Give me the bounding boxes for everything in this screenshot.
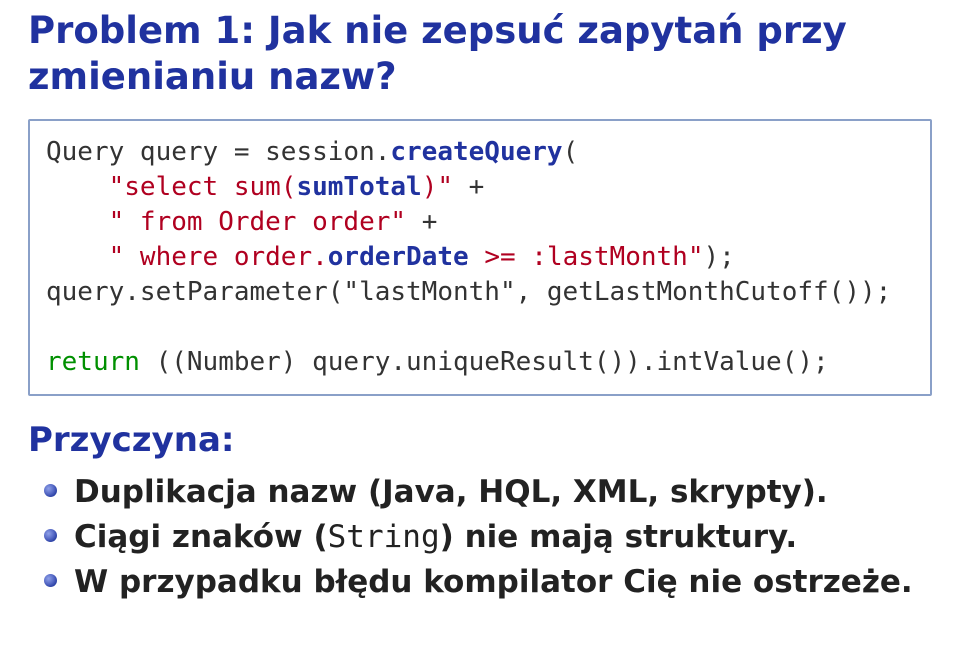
code-emph: createQuery — [390, 137, 562, 167]
cause-item-2: Ciągi znaków (String) nie mają struktury… — [40, 515, 932, 560]
code-indent — [46, 207, 109, 237]
code-text: ((Number) query.uniqueResult()).intValue… — [140, 347, 829, 377]
code-string: " from Order order" — [109, 207, 406, 237]
code-text: ); — [703, 242, 734, 272]
bullet-text: W przypadku błędu kompilator Cię nie ost… — [74, 564, 913, 600]
code-emph: sumTotal — [296, 172, 421, 202]
code-keyword: return — [46, 347, 140, 377]
cause-item-3: W przypadku błędu kompilator Cię nie ost… — [40, 560, 932, 605]
code-indent — [46, 242, 109, 272]
code-line-3: " from Order order" + — [46, 207, 437, 237]
code-text: Query query = session. — [46, 137, 390, 167]
code-text: + — [453, 172, 484, 202]
code-line-7: return ((Number) query.uniqueResult()).i… — [46, 347, 829, 377]
code-emph: orderDate — [328, 242, 469, 272]
code-line-2: "select sum(sumTotal)" + — [46, 172, 484, 202]
code-string: "select sum( — [109, 172, 297, 202]
slide: Problem 1: Jak nie zepsuć zapytań przy z… — [0, 0, 960, 617]
bullet-text: Ciągi znaków ( — [74, 519, 328, 555]
bullet-text: ) nie mają struktury. — [440, 519, 798, 555]
cause-heading: Przyczyna: — [28, 420, 932, 460]
code-line-5: query.setParameter("lastMonth", getLastM… — [46, 277, 891, 307]
code-string: )" — [422, 172, 453, 202]
cause-list: Duplikacja nazw (Java, HQL, XML, skrypty… — [28, 470, 932, 605]
slide-title: Problem 1: Jak nie zepsuć zapytań przy z… — [28, 8, 932, 101]
code-line-1: Query query = session.createQuery( — [46, 137, 578, 167]
cause-item-1: Duplikacja nazw (Java, HQL, XML, skrypty… — [40, 470, 932, 515]
code-indent — [46, 172, 109, 202]
bullet-text: Duplikacja nazw (Java, HQL, XML, skrypty… — [74, 474, 828, 510]
bullet-mono: String — [328, 519, 440, 555]
code-text: ( — [563, 137, 579, 167]
code-block: Query query = session.createQuery( "sele… — [28, 119, 932, 397]
code-line-4: " where order.orderDate >= :lastMonth"); — [46, 242, 735, 272]
code-string: " where order. — [109, 242, 328, 272]
code-text: + — [406, 207, 437, 237]
code-string: >= :lastMonth" — [469, 242, 704, 272]
